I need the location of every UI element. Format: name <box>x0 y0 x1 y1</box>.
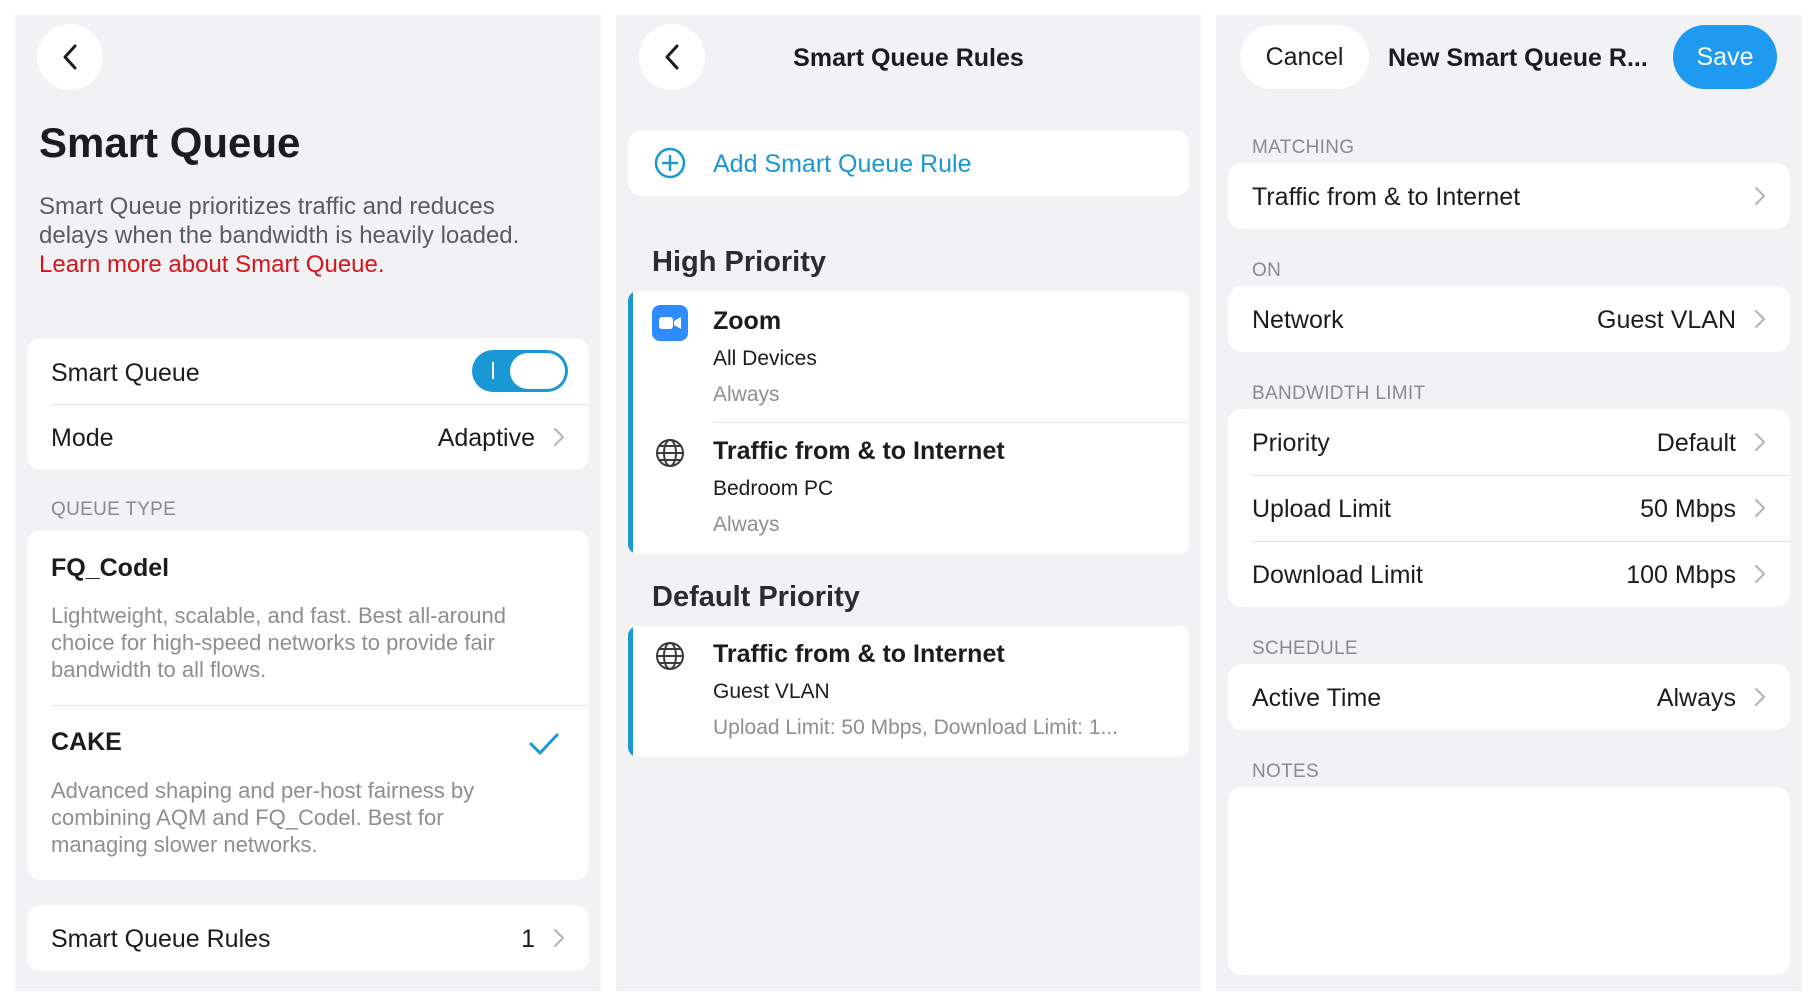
queue-type-caption: QUEUE TYPE <box>51 499 177 520</box>
nav-title: New Smart Queue R... <box>1388 44 1648 72</box>
upload-value: 50 Mbps <box>1640 495 1736 523</box>
smart-queue-toggle[interactable] <box>472 350 568 392</box>
default-priority-card: Traffic from & to Internet Guest VLAN Up… <box>628 626 1189 757</box>
zoom-app-icon <box>652 305 688 341</box>
toggle-knob <box>510 353 565 389</box>
network-value: Guest VLAN <box>1597 306 1736 334</box>
settings-card: Smart Queue Mode Adaptive <box>27 338 589 470</box>
save-button[interactable]: Save <box>1673 25 1777 89</box>
rule-detail: Always <box>713 383 780 406</box>
smart-queue-rules-panel: Smart Queue Rules Add Smart Queue Rule H… <box>616 15 1201 991</box>
description-line-2: delays when the bandwidth is heavily loa… <box>39 222 520 249</box>
smart-queue-toggle-label: Smart Queue <box>51 359 200 387</box>
mode-row[interactable]: Mode Adaptive <box>27 404 589 470</box>
fq-codel-title: FQ_Codel <box>51 554 170 582</box>
globe-icon <box>656 642 684 670</box>
cake-desc-3: managing slower networks. <box>51 832 318 857</box>
page-title: Smart Queue <box>39 119 301 166</box>
high-priority-heading: High Priority <box>652 246 827 278</box>
active-time-label: Active Time <box>1252 684 1382 712</box>
rule-title: Traffic from & to Internet <box>713 640 1005 668</box>
upload-limit-row[interactable]: Upload Limit 50 Mbps <box>1228 475 1790 541</box>
priority-value: Default <box>1656 429 1736 457</box>
cancel-label: Cancel <box>1265 42 1344 71</box>
rule-subtitle: Bedroom PC <box>713 477 834 500</box>
rule-title: Zoom <box>713 307 782 335</box>
chevron-right-icon <box>1755 187 1765 205</box>
network-label: Network <box>1252 306 1344 334</box>
download-value: 100 Mbps <box>1626 561 1736 589</box>
mode-label: Mode <box>51 424 114 452</box>
upload-label: Upload Limit <box>1252 495 1391 523</box>
fq-codel-desc-1: Lightweight, scalable, and fast. Best al… <box>51 603 506 628</box>
active-time-row[interactable]: Active Time Always <box>1228 664 1790 730</box>
priority-label: Priority <box>1252 429 1330 457</box>
rule-title: Traffic from & to Internet <box>713 437 1005 465</box>
rule-subtitle: Guest VLAN <box>713 680 830 703</box>
rule-detail: Always <box>713 513 780 536</box>
smart-queue-rules-row[interactable]: Smart Queue Rules 1 <box>27 905 589 971</box>
checkmark-icon <box>529 733 559 755</box>
nav-title: Smart Queue Rules <box>793 44 1024 72</box>
matching-caption: MATCHING <box>1252 137 1355 158</box>
bandwidth-caption: BANDWIDTH LIMIT <box>1252 383 1426 404</box>
priority-row[interactable]: Priority Default <box>1228 409 1790 475</box>
fq-codel-desc-3: bandwidth to all flows. <box>51 657 267 682</box>
add-rule-label: Add Smart Queue Rule <box>713 150 972 178</box>
chevron-right-icon <box>1755 310 1765 328</box>
back-button[interactable] <box>37 24 103 90</box>
bandwidth-card: Priority Default Upload Limit 50 Mbps Do… <box>1228 409 1790 607</box>
active-time-value: Always <box>1656 684 1736 712</box>
rule-item[interactable]: Traffic from & to Internet Guest VLAN Up… <box>628 626 1189 757</box>
download-limit-row[interactable]: Download Limit 100 Mbps <box>1228 541 1790 607</box>
plus-circle-icon <box>654 147 686 179</box>
queue-type-card: FQ_Codel Lightweight, scalable, and fast… <box>27 530 589 880</box>
rule-item[interactable]: Zoom All Devices Always <box>628 291 1189 422</box>
toggle-on-indicator <box>492 362 494 379</box>
fq-codel-desc-2: choice for high-speed networks to provid… <box>51 630 495 655</box>
new-rule-panel: Cancel New Smart Queue R... Save MATCHIN… <box>1216 15 1802 991</box>
rules-count: 1 <box>521 925 535 953</box>
network-row[interactable]: Network Guest VLAN <box>1228 286 1790 352</box>
chevron-right-icon <box>1755 565 1765 583</box>
chevron-left-icon <box>63 44 77 70</box>
cake-desc-2: combining AQM and FQ_Codel. Best for <box>51 805 444 830</box>
cake-option[interactable]: CAKE Advanced shaping and per-host fairn… <box>27 706 589 880</box>
rules-label: Smart Queue Rules <box>51 925 271 953</box>
cake-desc-1: Advanced shaping and per-host fairness b… <box>51 778 475 803</box>
notes-caption: NOTES <box>1252 761 1319 782</box>
cake-title: CAKE <box>51 728 122 756</box>
on-caption: ON <box>1252 260 1282 281</box>
rule-detail: Upload Limit: 50 Mbps, Download Limit: 1… <box>713 716 1119 739</box>
description-line-1: Smart Queue prioritizes traffic and redu… <box>39 193 495 220</box>
schedule-caption: SCHEDULE <box>1252 638 1358 659</box>
mode-value: Adaptive <box>437 424 535 452</box>
save-label: Save <box>1696 42 1754 71</box>
cancel-button[interactable]: Cancel <box>1240 25 1369 89</box>
chevron-right-icon <box>554 929 564 947</box>
add-rule-button[interactable]: Add Smart Queue Rule <box>628 130 1189 196</box>
default-priority-heading: Default Priority <box>652 581 860 613</box>
chevron-right-icon <box>554 428 564 446</box>
chevron-right-icon <box>1755 433 1765 451</box>
rule-item[interactable]: Traffic from & to Internet Bedroom PC Al… <box>628 423 1189 554</box>
high-priority-card: Zoom All Devices Always Traffic from & t… <box>628 291 1189 554</box>
fq-codel-option[interactable]: FQ_Codel Lightweight, scalable, and fast… <box>27 530 589 705</box>
smart-queue-panel: Smart Queue Smart Queue prioritizes traf… <box>15 15 601 991</box>
matching-row[interactable]: Traffic from & to Internet <box>1228 163 1790 229</box>
notes-textarea[interactable] <box>1228 787 1790 975</box>
chevron-right-icon <box>1755 499 1765 517</box>
chevron-right-icon <box>1755 688 1765 706</box>
matching-value: Traffic from & to Internet <box>1252 183 1521 211</box>
rule-subtitle: All Devices <box>713 347 817 370</box>
download-label: Download Limit <box>1252 561 1423 589</box>
learn-more-link[interactable]: Learn more about Smart Queue. <box>39 251 385 279</box>
globe-icon <box>656 439 684 467</box>
